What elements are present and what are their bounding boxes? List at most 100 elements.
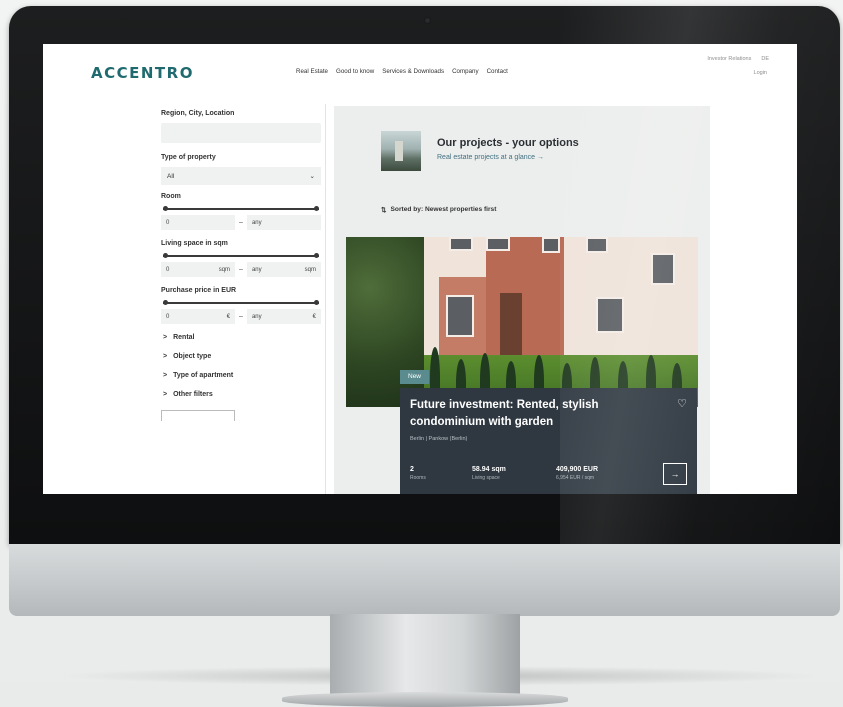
photo-window <box>486 237 510 251</box>
filter-submit-button[interactable] <box>161 410 235 421</box>
living-min-input[interactable]: 0 sqm <box>161 262 236 277</box>
sort-control[interactable]: ⇅ Sorted by: Newest properties first <box>381 206 496 214</box>
rooms-min-value: 0 <box>166 219 170 226</box>
monitor-stand-base <box>282 692 568 707</box>
filter-panel: Region, City, Location Type of property … <box>161 110 321 421</box>
property-location: Berlin | Pankow (Berlin) <box>410 436 468 442</box>
logo[interactable]: ACCENTRO <box>91 64 194 82</box>
photo-window <box>542 237 560 253</box>
price-range: 0 € – any € <box>161 309 321 324</box>
living-space-slider[interactable] <box>163 253 319 259</box>
rooms-stat: 2 Rooms <box>410 466 426 481</box>
investor-relations-link[interactable]: Investor Relations <box>707 56 751 62</box>
open-property-button[interactable]: → <box>663 463 687 485</box>
price-min-input[interactable]: 0 € <box>161 309 236 324</box>
nav-item-good-to-know[interactable]: Good to know <box>336 68 374 75</box>
object-type-toggle[interactable]: > Object type <box>163 353 321 360</box>
rooms-min-input[interactable]: 0 <box>161 215 236 230</box>
photo-brick-wall <box>486 237 564 359</box>
rooms-label: Room <box>161 193 181 200</box>
area-stat: 58.94 sqm Living space <box>472 466 506 481</box>
price-value: 409,900 EUR <box>556 466 599 473</box>
range-dash: – <box>239 219 243 226</box>
slider-max-handle[interactable] <box>314 253 319 258</box>
type-label: Type of property <box>161 154 216 161</box>
projects-link[interactable]: Real estate projects at a glance → <box>437 154 544 161</box>
region-label: Region, City, Location <box>161 110 235 117</box>
camera <box>424 17 431 24</box>
sort-label: Sorted by: Newest properties first <box>390 206 497 213</box>
unit-label: sqm <box>218 266 231 273</box>
price-slider[interactable] <box>163 300 319 306</box>
heart-icon[interactable]: ♡ <box>677 397 687 410</box>
chevron-right-icon: > <box>163 353 168 360</box>
nav-item-real-estate[interactable]: Real Estate <box>296 68 328 75</box>
rooms-max-input[interactable]: any <box>246 215 321 230</box>
photo-window <box>596 297 624 333</box>
type-select[interactable]: All ⌄ <box>161 167 321 185</box>
unit-label: € <box>312 313 316 320</box>
rooms-max-value: any <box>251 219 262 226</box>
nav-item-contact[interactable]: Contact <box>487 68 508 75</box>
slider-track <box>163 208 319 210</box>
rooms-caption: Rooms <box>410 475 426 481</box>
rental-toggle[interactable]: > Rental <box>163 334 321 341</box>
price-caption: 6,954 EUR / sqm <box>556 475 595 481</box>
column-divider <box>325 104 326 494</box>
chevron-down-icon: ⌄ <box>309 173 315 180</box>
living-space-label: Living space in sqm <box>161 240 228 247</box>
photo-window <box>446 295 474 337</box>
slider-max-handle[interactable] <box>314 300 319 305</box>
area-value: 58.94 sqm <box>472 466 506 473</box>
price-stat: 409,900 EUR 6,954 EUR / sqm <box>556 466 598 481</box>
arrow-right-icon: → <box>670 469 680 479</box>
top-right-links: Investor Relations DE <box>707 56 769 62</box>
chevron-right-icon: > <box>163 334 168 341</box>
living-max-value: any <box>251 266 262 273</box>
rental-label: Rental <box>173 334 195 341</box>
login-link[interactable]: Login <box>754 70 767 76</box>
living-space-range: 0 sqm – any sqm <box>161 262 321 277</box>
price-min-value: 0 <box>166 313 170 320</box>
projects-thumbnail <box>381 131 421 171</box>
property-card[interactable]: New Future investment: Rented, stylish c… <box>400 370 697 494</box>
nav-item-services[interactable]: Services & Downloads <box>382 68 444 75</box>
slider-min-handle[interactable] <box>163 300 168 305</box>
apartment-type-label: Type of apartment <box>173 372 234 379</box>
photo-window <box>586 237 608 253</box>
monitor-stand <box>330 614 520 696</box>
new-badge: New <box>400 370 430 384</box>
rooms-slider[interactable] <box>163 206 319 212</box>
living-max-input[interactable]: any sqm <box>246 262 321 277</box>
price-label: Purchase price in EUR <box>161 287 237 294</box>
other-filters-label: Other filters <box>173 391 213 398</box>
unit-label: € <box>226 313 231 320</box>
region-input[interactable] <box>161 123 321 143</box>
language-switch[interactable]: DE <box>761 56 769 62</box>
type-select-value: All <box>167 172 175 180</box>
living-min-value: 0 <box>166 266 170 273</box>
projects-title: Our projects - your options <box>437 137 579 149</box>
property-photo[interactable] <box>346 237 698 407</box>
range-dash: – <box>239 313 243 320</box>
price-max-value: any <box>251 313 262 320</box>
slider-track <box>163 255 319 257</box>
rooms-range: 0 – any <box>161 215 321 230</box>
apartment-type-toggle[interactable]: > Type of apartment <box>163 372 321 379</box>
object-type-label: Object type <box>173 353 212 360</box>
slider-min-handle[interactable] <box>163 253 168 258</box>
rooms-value: 2 <box>410 466 414 473</box>
other-filters-toggle[interactable]: > Other filters <box>163 391 321 398</box>
projects-link-text: Real estate projects at a glance <box>437 154 536 161</box>
results-panel: Our projects - your options Real estate … <box>334 106 710 494</box>
sort-icon: ⇅ <box>381 207 387 214</box>
slider-max-handle[interactable] <box>314 206 319 211</box>
slider-min-handle[interactable] <box>163 206 168 211</box>
area-caption: Living space <box>472 475 500 481</box>
screen: ACCENTRO Real Estate Good to know Servic… <box>43 44 797 494</box>
price-max-input[interactable]: any € <box>246 309 321 324</box>
nav-item-company[interactable]: Company <box>452 68 478 75</box>
photo-window <box>651 253 675 285</box>
monitor-chin <box>9 544 840 616</box>
slider-track <box>163 302 319 304</box>
